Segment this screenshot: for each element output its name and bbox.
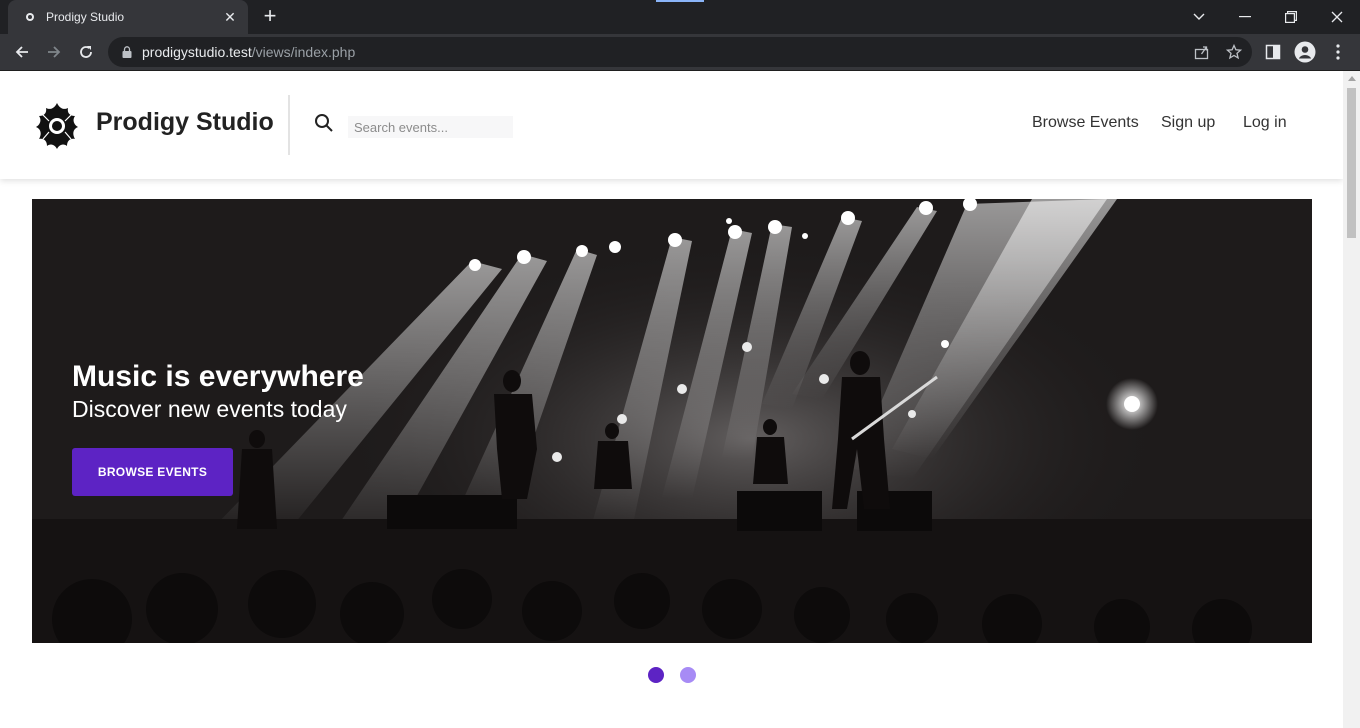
browser-tab-bar: Prodigy Studio ✕ + — [0, 0, 1360, 34]
header-divider — [288, 95, 290, 155]
address-bar[interactable]: prodigystudio.test/views/index.php — [108, 37, 1252, 67]
browse-events-button[interactable]: BROWSE EVENTS — [72, 448, 233, 496]
brand-name[interactable]: Prodigy Studio — [96, 108, 274, 137]
nav-browse-events[interactable]: Browse Events — [1032, 114, 1139, 132]
prodigy-logo-icon[interactable] — [34, 101, 80, 151]
forward-arrow-icon[interactable] — [40, 38, 68, 66]
site-header: Prodigy Studio Browse Events Sign up Log… — [0, 71, 1343, 179]
page-scrollbar[interactable] — [1343, 71, 1360, 728]
carousel-dot[interactable] — [680, 667, 696, 683]
share-icon[interactable] — [1193, 43, 1211, 61]
tab-search-chevron-icon[interactable] — [1176, 0, 1222, 34]
reload-icon[interactable] — [72, 38, 100, 66]
url-path: /views/index.php — [251, 44, 356, 60]
page-viewport: Prodigy Studio Browse Events Sign up Log… — [0, 71, 1343, 728]
lock-icon — [120, 45, 134, 59]
site-favicon-icon — [22, 9, 38, 25]
new-tab-button[interactable]: + — [258, 5, 282, 29]
hero-subtitle: Discover new events today — [72, 396, 347, 422]
nav-sign-up[interactable]: Sign up — [1161, 114, 1215, 132]
bookmark-star-icon[interactable] — [1225, 43, 1243, 61]
scrollbar-thumb[interactable] — [1347, 88, 1356, 238]
hero-banner: Music is everywhere Discover new events … — [32, 199, 1312, 643]
browser-toolbar: prodigystudio.test/views/index.php — [0, 34, 1360, 71]
search-icon[interactable] — [314, 113, 334, 133]
tab-strip-indicator — [656, 0, 704, 2]
back-arrow-icon[interactable] — [8, 38, 36, 66]
scroll-up-arrow-icon[interactable] — [1348, 76, 1356, 81]
tab-title: Prodigy Studio — [46, 10, 125, 24]
browser-tab[interactable]: Prodigy Studio ✕ — [8, 0, 248, 34]
search-input[interactable] — [348, 116, 513, 138]
window-close-icon[interactable] — [1314, 0, 1360, 34]
url-host: prodigystudio.test — [142, 44, 252, 60]
url-text: prodigystudio.test/views/index.php — [142, 44, 355, 60]
hero-title: Music is everywhere — [72, 360, 364, 393]
tab-close-icon[interactable]: ✕ — [222, 9, 238, 26]
minimize-icon[interactable] — [1222, 0, 1268, 34]
kebab-menu-icon[interactable] — [1327, 41, 1349, 63]
profile-avatar-icon[interactable] — [1294, 41, 1316, 63]
carousel-dot-active[interactable] — [648, 667, 664, 683]
side-panel-icon[interactable] — [1262, 41, 1284, 63]
nav-log-in[interactable]: Log in — [1243, 114, 1287, 132]
restore-icon[interactable] — [1268, 0, 1314, 34]
carousel-indicators — [648, 667, 696, 683]
